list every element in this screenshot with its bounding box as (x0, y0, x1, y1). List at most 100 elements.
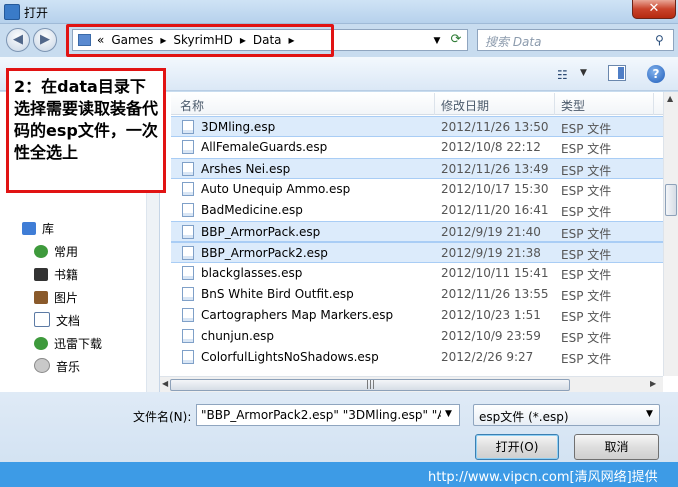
file-type: ESP 文件 (561, 227, 612, 241)
esp-file-icon (182, 287, 194, 301)
sidebar-item-pictures[interactable]: 图片 (34, 289, 78, 309)
column-divider[interactable] (434, 93, 435, 115)
sidebar-item-thunder-download[interactable]: 迅雷下载 (34, 335, 102, 355)
file-date: 2012/10/11 15:41 (441, 266, 549, 280)
file-date: 2012/10/23 1:51 (441, 308, 541, 322)
file-row[interactable]: Cartographers Map Markers.esp 2012/10/23 … (171, 305, 664, 326)
esp-file-icon (182, 350, 194, 364)
column-divider[interactable] (554, 93, 555, 115)
filename-value: "BBP_ArmorPack2.esp" "3DMling.esp" "Ar (201, 408, 441, 422)
filename-input[interactable]: "BBP_ArmorPack2.esp" "3DMling.esp" "Ar ▼ (196, 404, 460, 426)
file-type: ESP 文件 (561, 331, 612, 345)
search-placeholder: 搜索 Data (485, 35, 542, 49)
column-divider[interactable] (653, 93, 654, 115)
forward-button[interactable]: ▶ (33, 28, 57, 52)
views-icon[interactable]: ☷ (557, 68, 568, 82)
file-row[interactable]: chunjun.esp 2012/10/9 23:59 ESP 文件 (171, 326, 664, 347)
documents-icon (34, 312, 50, 327)
window-title: 打开 (24, 6, 49, 20)
open-button[interactable]: 打开(O) (475, 434, 559, 460)
help-icon[interactable]: ? (647, 65, 665, 83)
file-date: 2012/10/9 23:59 (441, 329, 541, 343)
file-name: blackglasses.esp (201, 266, 303, 280)
esp-file-icon (182, 329, 194, 343)
file-type: ESP 文件 (561, 268, 612, 282)
dialog-icon (4, 4, 20, 20)
file-name: BBP_ArmorPack.esp (201, 225, 321, 239)
search-input[interactable]: 搜索 Data ⚲ (477, 29, 674, 51)
filename-label: 文件名(N): (133, 410, 192, 424)
file-date: 2012/9/19 21:38 (441, 246, 541, 260)
horizontal-scrollbar[interactable]: ◀ ||| ▶ (160, 376, 663, 392)
file-name: Auto Unequip Ammo.esp (201, 182, 351, 196)
file-type: ESP 文件 (561, 122, 612, 136)
file-name: AllFemaleGuards.esp (201, 140, 328, 154)
sidebar-item-library[interactable]: 库 (22, 220, 54, 240)
sidebar-item-music[interactable]: 音乐 (34, 358, 80, 378)
filetype-value: esp文件 (*.esp) (479, 410, 569, 424)
column-type[interactable]: 类型 (561, 97, 585, 114)
books-icon (34, 268, 48, 281)
file-name: BadMedicine.esp (201, 203, 303, 217)
esp-file-icon (182, 162, 194, 176)
chevron-down-icon[interactable]: ▼ (580, 68, 587, 78)
file-row[interactable]: Arshes Nei.esp 2012/11/26 13:49 ESP 文件 (171, 158, 664, 179)
file-row[interactable]: BBP_ArmorPack.esp 2012/9/19 21:40 ESP 文件 (171, 221, 664, 242)
esp-file-icon (182, 140, 194, 154)
file-row[interactable]: 3DMling.esp 2012/11/26 13:50 ESP 文件 (171, 116, 664, 137)
file-type: ESP 文件 (561, 142, 612, 156)
close-button[interactable]: ✕ (632, 0, 676, 19)
favorites-icon (34, 245, 48, 258)
file-date: 2012/11/26 13:55 (441, 287, 549, 301)
file-row[interactable]: BnS White Bird Outfit.esp 2012/11/26 13:5… (171, 284, 664, 305)
file-type: ESP 文件 (561, 184, 612, 198)
file-row[interactable]: ColorfulLightsNoShadows.esp 2012/2/26 9:2… (171, 347, 664, 368)
scrollbar-thumb[interactable] (665, 184, 677, 216)
column-header: 名称 修改日期 类型 (171, 93, 664, 115)
preview-pane-icon[interactable] (608, 65, 626, 81)
file-row[interactable]: BadMedicine.esp 2012/11/20 16:41 ESP 文件 (171, 200, 664, 221)
file-row[interactable]: blackglasses.esp 2012/10/11 15:41 ESP 文件 (171, 263, 664, 284)
esp-file-icon (182, 308, 194, 322)
file-row[interactable]: BBP_ArmorPack2.esp 2012/9/19 21:38 ESP 文件 (171, 242, 664, 263)
file-type: ESP 文件 (561, 164, 612, 178)
file-date: 2012/11/26 13:49 (441, 162, 549, 176)
scroll-right-icon[interactable]: ▶ (650, 379, 656, 388)
file-row[interactable]: Auto Unequip Ammo.esp 2012/10/17 15:30 ESP… (171, 179, 664, 200)
refresh-icon[interactable]: ⟳ (446, 33, 466, 47)
title-bar: 打开 (0, 0, 678, 24)
esp-file-icon (182, 225, 194, 239)
file-date: 2012/2/26 9:27 (441, 350, 534, 364)
sidebar-item-favorites[interactable]: 常用 (34, 243, 78, 263)
column-date[interactable]: 修改日期 (441, 97, 489, 114)
sidebar-item-documents[interactable]: 文档 (34, 312, 80, 332)
file-date: 2012/11/20 16:41 (441, 203, 549, 217)
scroll-up-icon[interactable]: ▲ (667, 94, 673, 103)
file-row[interactable]: AllFemaleGuards.esp 2012/10/8 22:12 ESP 文件 (171, 137, 664, 158)
file-name: ColorfulLightsNoShadows.esp (201, 350, 379, 364)
file-name: Cartographers Map Markers.esp (201, 308, 394, 322)
grip-icon: ||| (366, 380, 376, 390)
chevron-down-icon[interactable]: ▼ (430, 34, 444, 48)
back-button[interactable]: ◀ (6, 28, 30, 52)
file-date: 2012/9/19 21:40 (441, 225, 541, 239)
esp-file-icon (182, 246, 194, 260)
cancel-button[interactable]: 取消 (574, 434, 659, 460)
file-date: 2012/10/8 22:12 (441, 140, 541, 154)
file-type: ESP 文件 (561, 289, 612, 303)
music-icon (34, 358, 50, 373)
sidebar-item-books[interactable]: 书籍 (34, 266, 78, 286)
scroll-left-icon[interactable]: ◀ (162, 379, 168, 388)
thunder-download-icon (34, 337, 48, 350)
scrollbar-thumb[interactable]: ||| (170, 379, 570, 391)
library-icon (22, 222, 36, 235)
filetype-select[interactable]: esp文件 (*.esp) ▼ (473, 404, 660, 426)
column-name[interactable]: 名称 (180, 97, 204, 114)
pictures-icon (34, 291, 48, 304)
file-name: BnS White Bird Outfit.esp (201, 287, 354, 301)
vertical-scrollbar[interactable]: ▲ (663, 92, 678, 376)
chevron-down-icon[interactable]: ▼ (646, 409, 653, 419)
file-type: ESP 文件 (561, 205, 612, 219)
search-icon[interactable]: ⚲ (655, 33, 664, 47)
chevron-down-icon[interactable]: ▼ (445, 409, 452, 419)
